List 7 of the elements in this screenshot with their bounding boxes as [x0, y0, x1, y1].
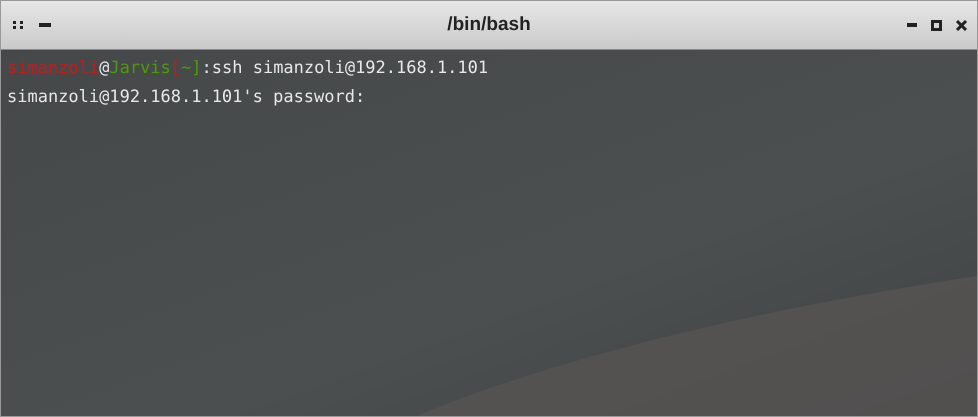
window-menu-icon[interactable] — [13, 21, 25, 29]
window-title: /bin/bash — [447, 14, 531, 36]
terminal-line: simanzoli@Jarvis[~]:ssh simanzoli@192.168.1.101 — [7, 57, 490, 80]
maximize-icon[interactable] — [931, 20, 942, 30]
close-icon[interactable] — [956, 20, 967, 30]
terminal-line: simanzoli@192.168.1.101's password: — [7, 86, 366, 109]
terminal-area[interactable]: simanzoli@Jarvis[~]:ssh simanzoli@192.168.1.101 simanzoli@192.168.1.101's password: — [1, 50, 977, 416]
